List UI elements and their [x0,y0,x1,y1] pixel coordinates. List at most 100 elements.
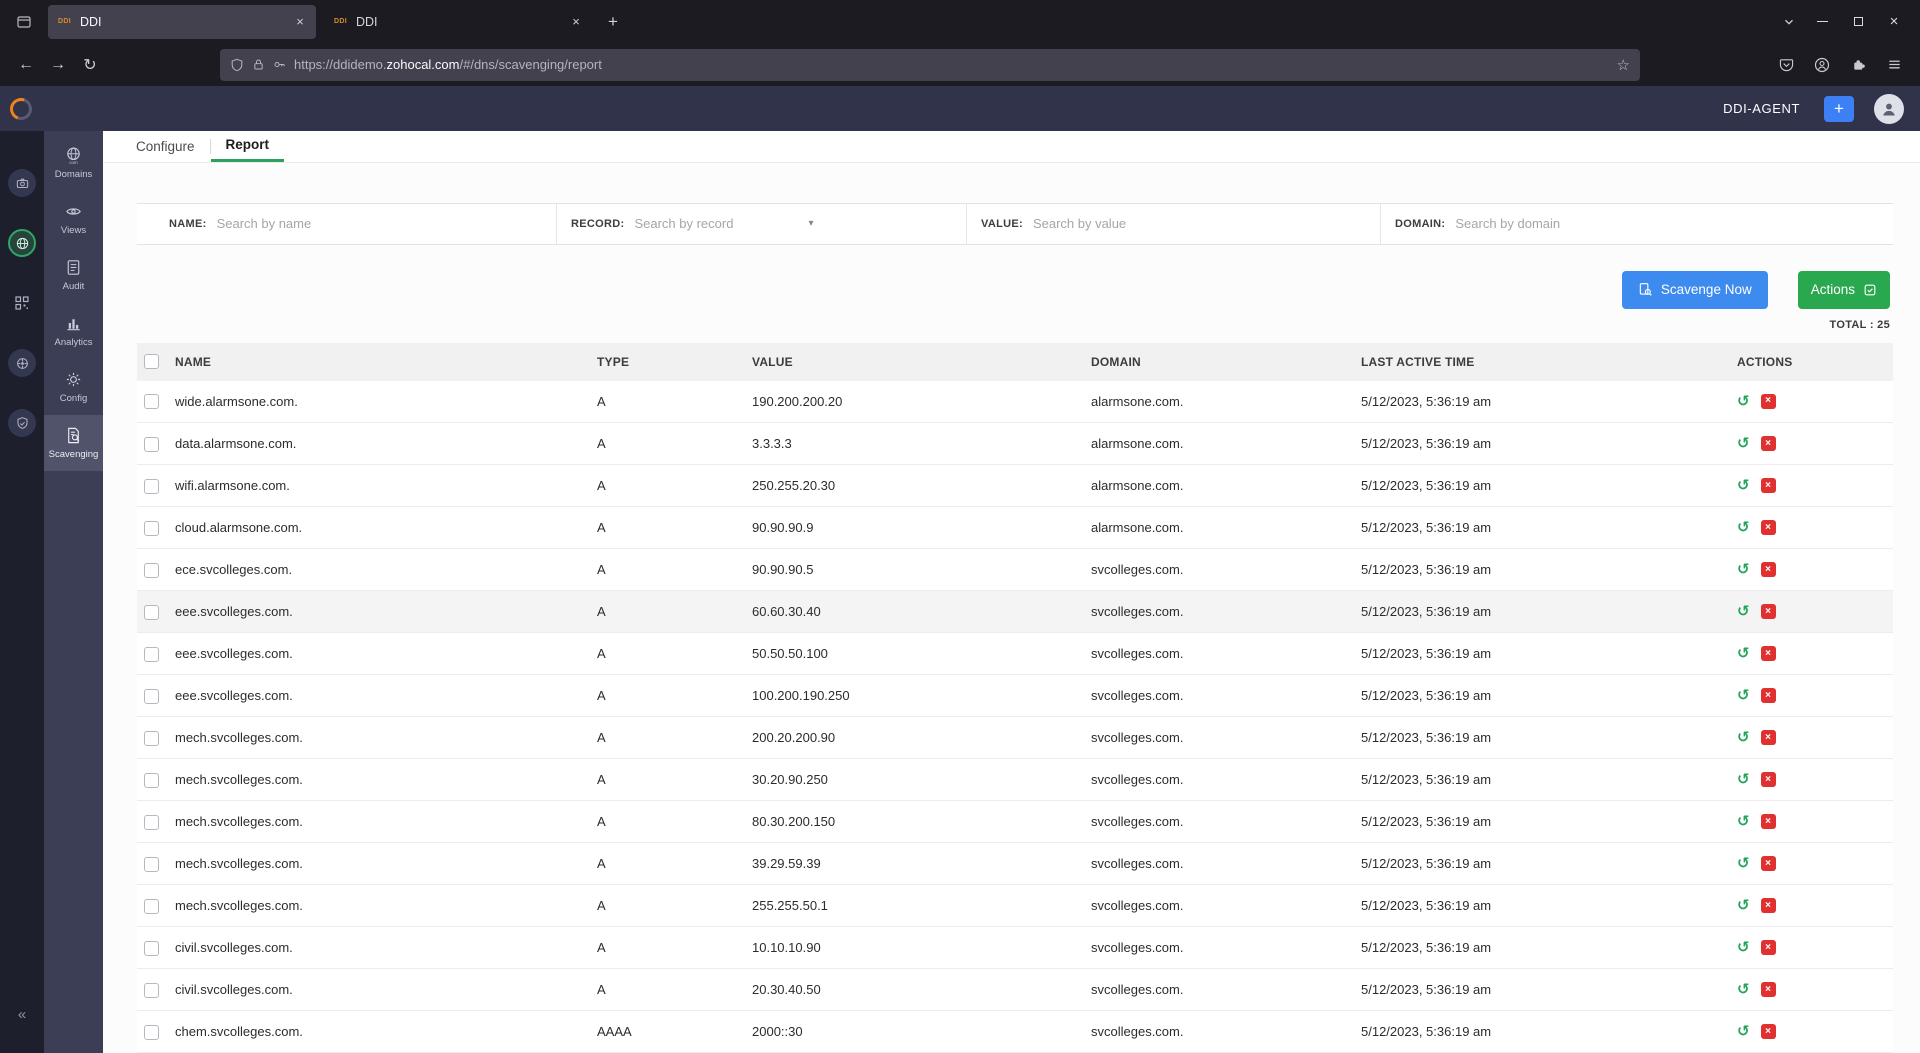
account-icon[interactable] [1806,49,1838,81]
restore-history-icon[interactable]: ↺ [1737,394,1750,409]
row-checkbox[interactable] [144,688,159,704]
badge-icon[interactable] [8,409,36,437]
globe-icon[interactable] [8,229,36,257]
row-checkbox[interactable] [144,520,159,536]
column-domain[interactable]: DOMAIN [1091,342,1361,381]
window-minimize-button[interactable] [1804,7,1840,37]
row-checkbox[interactable] [144,814,159,830]
new-tab-button[interactable]: + [598,7,628,37]
browser-tab[interactable]: DDI DDI × [324,5,592,39]
shield-icon[interactable] [230,58,244,72]
menu-hamburger-icon[interactable] [1878,49,1910,81]
row-checkbox[interactable] [144,478,159,494]
restore-history-icon[interactable]: ↺ [1737,1024,1750,1039]
delete-icon[interactable]: × [1760,520,1776,535]
delete-icon[interactable]: × [1760,646,1776,661]
restore-history-icon[interactable]: ↺ [1737,730,1750,745]
restore-history-icon[interactable]: ↺ [1737,478,1750,493]
delete-icon[interactable]: × [1760,814,1776,829]
restore-history-icon[interactable]: ↺ [1737,604,1750,619]
delete-icon[interactable]: × [1760,478,1776,493]
name-search-input[interactable] [216,216,556,231]
camera-icon[interactable] [8,169,36,197]
sidebar-item-config[interactable]: Config [44,359,103,415]
bookmark-star-icon[interactable]: ☆ [1617,56,1630,74]
row-checkbox[interactable] [144,940,159,956]
scavenge-now-button[interactable]: Scavenge Now [1621,270,1768,309]
delete-icon[interactable]: × [1760,772,1776,787]
row-checkbox[interactable] [144,982,159,998]
user-avatar[interactable] [1874,93,1904,124]
restore-history-icon[interactable]: ↺ [1737,898,1750,913]
sidebar-item-views[interactable]: Views [44,191,103,247]
restore-history-icon[interactable]: ↺ [1737,688,1750,703]
delete-icon[interactable]: × [1760,393,1776,409]
back-icon[interactable]: ← [10,49,42,81]
qr-code-icon[interactable] [8,289,36,317]
restore-history-icon[interactable]: ↺ [1737,520,1750,535]
domain-search-input[interactable] [1455,216,1893,231]
wheel-icon[interactable] [8,349,36,377]
window-maximize-button[interactable] [1840,7,1876,37]
key-icon[interactable] [273,58,286,71]
row-checkbox[interactable] [144,1024,159,1040]
column-last-active-time[interactable]: LAST ACTIVE TIME [1361,342,1737,381]
restore-history-icon[interactable]: ↺ [1737,856,1750,871]
delete-icon[interactable]: × [1760,940,1776,955]
row-checkbox[interactable] [144,730,159,746]
column-name[interactable]: NAME [175,342,597,381]
row-checkbox[interactable] [144,856,159,872]
value-search-input[interactable] [1032,216,1380,231]
restore-history-icon[interactable]: ↺ [1737,814,1750,829]
add-button[interactable]: + [1824,95,1854,122]
window-close-button[interactable]: × [1876,7,1912,37]
delete-icon[interactable]: × [1760,856,1776,871]
restore-history-icon[interactable]: ↺ [1737,982,1750,997]
delete-icon[interactable]: × [1760,436,1776,451]
column-value[interactable]: VALUE [752,342,1091,381]
delete-icon[interactable]: × [1760,562,1776,577]
restore-history-icon[interactable]: ↺ [1737,772,1750,787]
select-all-checkbox[interactable] [144,354,159,370]
url-text[interactable]: https://ddidemo.zohocal.com/#/dns/scaven… [294,57,602,72]
restore-history-icon[interactable]: ↺ [1737,562,1750,577]
row-checkbox[interactable] [144,394,159,410]
list-all-tabs-icon[interactable] [1774,7,1804,37]
column-type[interactable]: TYPE [597,342,752,381]
delete-icon[interactable]: × [1760,1024,1776,1039]
forward-icon[interactable]: → [42,49,74,81]
record-dropdown-chevron-icon[interactable]: ▾ [808,218,813,229]
actions-button[interactable]: Actions [1797,270,1890,309]
sidebar-item-domains[interactable]: com Domains [44,135,103,191]
browser-tab-active[interactable]: DDI DDI × [48,4,316,39]
restore-history-icon[interactable]: ↺ [1737,940,1750,955]
extensions-puzzle-icon[interactable] [1842,49,1874,81]
tab-report[interactable]: Report [210,131,285,162]
delete-icon[interactable]: × [1760,898,1776,913]
restore-history-icon[interactable]: ↺ [1737,436,1750,451]
tab-close-icon[interactable]: × [566,12,586,32]
sidebar-item-scavenging[interactable]: Scavenging [44,415,103,471]
row-checkbox[interactable] [144,772,159,788]
delete-icon[interactable]: × [1760,604,1776,619]
url-bar[interactable]: https://ddidemo.zohocal.com/#/dns/scaven… [220,48,1640,81]
record-search-input[interactable] [634,216,785,231]
firefox-view-icon[interactable] [8,7,40,37]
row-checkbox[interactable] [144,646,159,662]
collapse-sidebar-icon[interactable]: « [18,1006,26,1023]
lock-icon[interactable] [252,58,265,71]
delete-icon[interactable]: × [1760,688,1776,703]
sidebar-item-audit[interactable]: Audit [44,247,103,303]
row-checkbox[interactable] [144,604,159,620]
tab-close-icon[interactable]: × [290,12,310,32]
pocket-icon[interactable] [1770,49,1802,81]
sidebar-item-analytics[interactable]: Analytics [44,303,103,359]
delete-icon[interactable]: × [1760,730,1776,745]
row-checkbox[interactable] [144,898,159,914]
reload-icon[interactable]: ↻ [74,49,106,81]
delete-icon[interactable]: × [1760,982,1776,997]
tab-configure[interactable]: Configure [121,131,210,162]
restore-history-icon[interactable]: ↺ [1737,646,1750,661]
row-checkbox[interactable] [144,562,159,578]
row-checkbox[interactable] [144,436,159,452]
